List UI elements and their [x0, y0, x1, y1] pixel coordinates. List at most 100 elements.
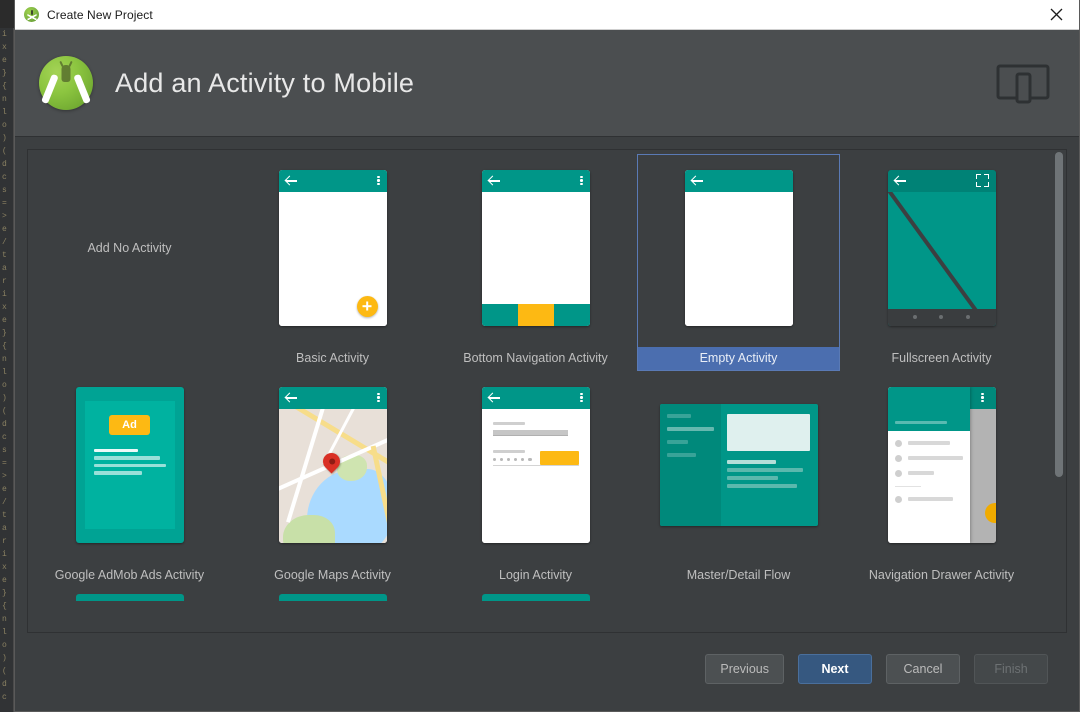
- logo-head-shape: [62, 65, 71, 82]
- template-card-login-activity[interactable]: Login Activity: [434, 371, 637, 588]
- template-card-add-no-activity[interactable]: Add No Activity: [28, 154, 231, 371]
- ide-gutter-line: >: [0, 210, 13, 223]
- ide-gutter-line: d: [0, 418, 13, 431]
- template-card-google-maps-activity[interactable]: Google Maps Activity: [231, 371, 434, 588]
- previous-button[interactable]: Previous: [705, 654, 784, 684]
- ide-gutter-line: /: [0, 236, 13, 249]
- fullscreen-expand-icon: [976, 174, 989, 187]
- create-new-project-dialog: Create New Project Add an Activity to Mo…: [14, 0, 1080, 712]
- template-card-next-row[interactable]: [231, 588, 434, 622]
- template-thumbnail-master-detail-flow: [637, 371, 840, 564]
- phone-appbar-peek: [279, 594, 387, 601]
- template-card-empty-activity[interactable]: Empty Activity: [637, 154, 840, 371]
- master-list-row-selected: [667, 427, 714, 431]
- nav-dot: [939, 315, 943, 319]
- login-form-preview: [482, 409, 590, 543]
- ide-gutter-line: =: [0, 457, 13, 470]
- menu-item-icon: [895, 455, 902, 462]
- ide-gutter-line: ): [0, 132, 13, 145]
- ide-gutter-line: {: [0, 340, 13, 353]
- template-card-next-row[interactable]: [434, 588, 637, 622]
- ide-gutter-line: i: [0, 288, 13, 301]
- phone-appbar: [970, 387, 996, 409]
- template-caption-placeholder: [28, 347, 231, 371]
- detail-text-line: [727, 460, 777, 464]
- template-card-google-admob-ads-activity[interactable]: Ad Google AdMob Ads A: [28, 371, 231, 588]
- next-button[interactable]: Next: [798, 654, 872, 684]
- ide-gutter-line: }: [0, 327, 13, 340]
- menu-item-label-shape: [908, 471, 934, 475]
- ide-gutter-line: x: [0, 41, 13, 54]
- ide-gutter-line: d: [0, 158, 13, 171]
- map-preview: [279, 409, 387, 543]
- username-field-label: [493, 422, 579, 426]
- template-card-next-row[interactable]: [637, 588, 840, 622]
- template-label-bottom-navigation-activity: Bottom Navigation Activity: [434, 347, 637, 371]
- tablet-mockup: [660, 404, 818, 526]
- page-title: Add an Activity to Mobile: [115, 68, 414, 99]
- sign-in-button-shape: [540, 451, 579, 465]
- template-card-fullscreen-activity[interactable]: Fullscreen Activity: [840, 154, 1043, 371]
- template-gallery-grid: Add No Activity: [28, 150, 1052, 622]
- ide-gutter-line: (: [0, 145, 13, 158]
- master-list-pane: [660, 404, 721, 526]
- template-gallery[interactable]: Add No Activity: [28, 150, 1052, 632]
- template-thumbnail-empty-activity: [637, 154, 840, 347]
- bottom-nav-item: [482, 304, 518, 326]
- template-card-next-row[interactable]: [28, 588, 231, 622]
- overflow-menu-icon: [981, 393, 983, 403]
- close-icon[interactable]: [1033, 0, 1079, 29]
- logo-right-leg-shape: [73, 74, 91, 104]
- mobile-device-icon[interactable]: [995, 60, 1051, 106]
- template-label-empty-activity: Empty Activity: [637, 347, 840, 371]
- ide-gutter-line: }: [0, 67, 13, 80]
- ide-gutter-line: e: [0, 223, 13, 236]
- bottom-navigation-bar: [482, 304, 590, 326]
- template-label-google-maps-activity: Google Maps Activity: [231, 564, 434, 588]
- ide-gutter-line: o: [0, 379, 13, 392]
- back-arrow-icon: [489, 392, 500, 403]
- ide-gutter-line: n: [0, 353, 13, 366]
- gallery-scrollbar-track[interactable]: [1052, 150, 1066, 632]
- master-list-row: [667, 440, 689, 444]
- template-gallery-frame: Add No Activity: [27, 149, 1067, 633]
- nav-dot: [913, 315, 917, 319]
- ide-gutter-line: e: [0, 314, 13, 327]
- template-label-navigation-drawer-activity: Navigation Drawer Activity: [840, 564, 1043, 588]
- phone-mockup: Ad: [76, 387, 184, 543]
- template-label-fullscreen-activity: Fullscreen Activity: [840, 347, 1043, 371]
- ide-gutter-line: >: [0, 470, 13, 483]
- menu-item-label-shape: [908, 441, 950, 445]
- template-thumbnail-google-maps-activity: [231, 371, 434, 564]
- template-card-basic-activity[interactable]: Basic Activity: [231, 154, 434, 371]
- template-card-bottom-navigation-activity[interactable]: Bottom Navigation Activity: [434, 154, 637, 371]
- drawer-menu-item: [895, 455, 963, 462]
- ide-gutter-line: s: [0, 444, 13, 457]
- template-thumbnail-google-admob-ads-activity: Ad: [28, 371, 231, 564]
- phone-mockup: [482, 170, 590, 326]
- gallery-scrollbar-thumb[interactable]: [1055, 152, 1063, 477]
- back-arrow-icon: [895, 175, 906, 186]
- ide-editor-gutter: ixe}{nlo)(dcs=>e/tarixe}{nlo)(dcs=>e/tar…: [0, 28, 14, 712]
- back-arrow-icon: [489, 175, 500, 186]
- admob-text-lines: [94, 449, 166, 475]
- template-card-master-detail-flow[interactable]: Master/Detail Flow: [637, 371, 840, 588]
- menu-item-icon: [895, 496, 902, 503]
- template-label-basic-activity: Basic Activity: [231, 347, 434, 371]
- phone-mockup: [279, 170, 387, 326]
- dialog-header: Add an Activity to Mobile: [15, 30, 1079, 137]
- template-thumbnail-bottom-navigation-activity: [434, 154, 637, 347]
- phone-appbar: [279, 387, 387, 409]
- template-card-navigation-drawer-activity[interactable]: Navigation Drawer Activity: [840, 371, 1043, 588]
- dialog-title: Create New Project: [47, 8, 153, 22]
- ide-gutter-line: c: [0, 171, 13, 184]
- ide-gutter-line: n: [0, 613, 13, 626]
- cancel-button[interactable]: Cancel: [886, 654, 960, 684]
- phone-appbar: [482, 170, 590, 192]
- template-thumbnail-fullscreen-activity: [840, 154, 1043, 347]
- detail-text-line: [727, 476, 778, 480]
- drawer-menu-item: [895, 470, 963, 477]
- text-line: [94, 464, 166, 468]
- template-card-next-row[interactable]: [840, 588, 1043, 622]
- ide-gutter-line: c: [0, 431, 13, 444]
